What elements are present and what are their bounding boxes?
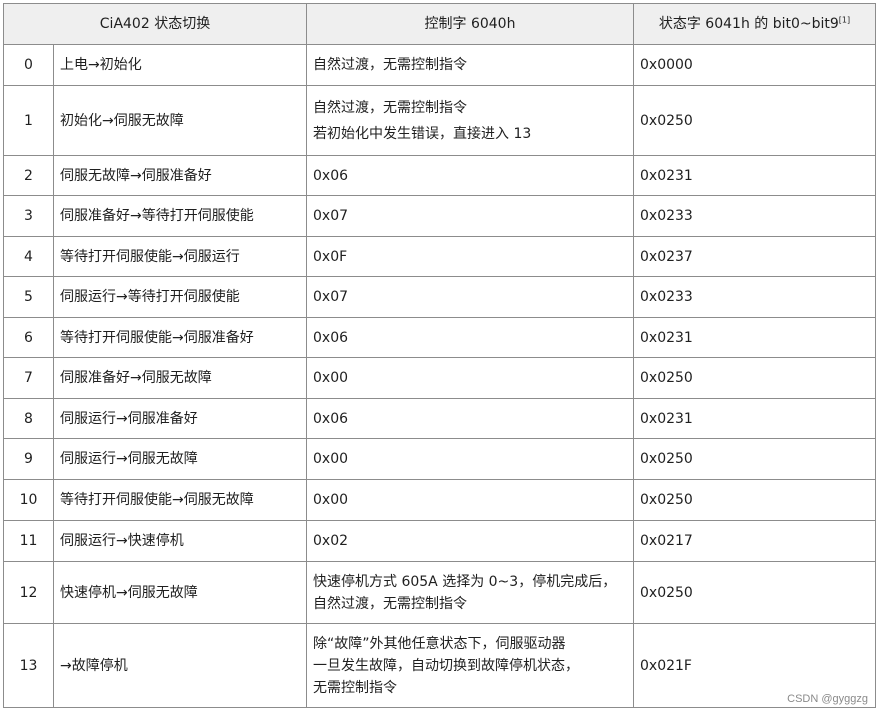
control-word-line: 自然过渡，无需控制指令 [313, 99, 467, 116]
row-transition: 伺服无故障→伺服准备好 [53, 155, 307, 196]
row-transition: 快速停机→伺服无故障 [53, 561, 307, 624]
row-index: 12 [3, 561, 54, 624]
row-index: 3 [3, 195, 54, 237]
row-status-word: 0x0231 [633, 155, 876, 196]
table-row: 1 初始化→伺服无故障 自然过渡，无需控制指令 若初始化中发生错误，直接进入 13 0x… [3, 85, 876, 156]
csdn-watermark: CSDN @gyggzg [787, 693, 868, 705]
row-index: 10 [3, 479, 54, 521]
control-word-line: 0x07 [313, 208, 349, 224]
row-index: 6 [3, 317, 54, 358]
cia402-transition-table: CiA402 状态切换 控制字 6040h 状态字 6041h 的 bit0~b… [3, 3, 876, 708]
control-word-line: 0x06 [313, 167, 349, 184]
row-control-word: 0x00 [306, 357, 634, 399]
row-status-word: 0x0250 [633, 85, 876, 156]
row-transition: 上电→初始化 [53, 44, 307, 86]
control-word-line: 自然过渡，无需控制指令 [313, 57, 467, 73]
row-control-word: 0x07 [306, 195, 634, 237]
table-row: 11 伺服运行→快速停机 0x02 0x0217 [3, 520, 876, 562]
control-word-line: 无需控制指令 [313, 679, 397, 696]
control-word-line: 一旦发生故障，自动切换到故障停机状态， [313, 657, 579, 674]
table-row: 9 伺服运行→伺服无故障 0x00 0x0250 [3, 438, 876, 480]
row-index: 5 [3, 276, 54, 318]
row-index: 2 [3, 155, 54, 196]
row-control-word: 0x06 [306, 398, 634, 439]
table-row: 7 伺服准备好→伺服无故障 0x00 0x0250 [3, 357, 876, 399]
row-transition: 伺服运行→伺服准备好 [53, 398, 307, 439]
header-control-word: 控制字 6040h [306, 3, 634, 45]
control-word-line: 0x00 [313, 492, 349, 508]
row-control-word: 0x02 [306, 520, 634, 562]
row-index: 0 [3, 44, 54, 86]
header-status-word-text: 状态字 6041h 的 bit0~bit9 [658, 16, 839, 32]
row-control-word: 0x00 [306, 479, 634, 521]
row-status-word: 0x0233 [633, 276, 876, 318]
row-control-word: 0x0F [306, 236, 634, 277]
control-word-line: 0x00 [313, 370, 349, 386]
row-transition: 伺服运行→伺服无故障 [53, 438, 307, 480]
row-status-word: 0x0233 [633, 195, 876, 237]
table-row: 12 快速停机→伺服无故障 快速停机方式 605A 选择为 0~3，停机完成后， 自然… [3, 561, 876, 624]
table-row: 6 等待打开伺服使能→伺服准备好 0x06 0x0231 [3, 317, 876, 358]
row-transition: 等待打开伺服使能→伺服准备好 [53, 317, 307, 358]
table-row: 0 上电→初始化 自然过渡，无需控制指令 0x0000 [3, 44, 876, 86]
row-control-word: 自然过渡，无需控制指令若初始化中发生错误，直接进入 13 [306, 85, 634, 156]
control-word-line: 快速停机方式 605A 选择为 0~3，停机完成后， [313, 573, 617, 590]
row-status-word: 0x0250 [633, 479, 876, 521]
control-word-line: 0x00 [313, 451, 349, 467]
control-word-line: 0x06 [313, 329, 349, 346]
table-row: 8 伺服运行→伺服准备好 0x06 0x0231 [3, 398, 876, 439]
control-word-line: 除“故障”外其他任意状态下，伺服驱动器 [313, 635, 566, 652]
row-control-word: 0x07 [306, 276, 634, 318]
row-transition: 伺服准备好→伺服无故障 [53, 357, 307, 399]
row-index: 4 [3, 236, 54, 277]
control-word-line: 自然过渡，无需控制指令 [313, 595, 467, 612]
row-status-word: 0x0237 [633, 236, 876, 277]
row-transition: 初始化→伺服无故障 [53, 85, 307, 156]
row-index: 8 [3, 398, 54, 439]
table-row: 10 等待打开伺服使能→伺服无故障 0x00 0x0250 [3, 479, 876, 521]
row-status-word: 0x0250 [633, 438, 876, 480]
row-index: 11 [3, 520, 54, 562]
row-control-word: 快速停机方式 605A 选择为 0~3，停机完成后， 自然过渡，无需控制指令 [306, 561, 634, 624]
control-word-line: 0x02 [313, 533, 349, 549]
row-control-word: 0x06 [306, 155, 634, 196]
header-status-word: 状态字 6041h 的 bit0~bit9[1] [633, 3, 876, 45]
row-status-word: 0x0231 [633, 398, 876, 439]
row-transition: 伺服运行→快速停机 [53, 520, 307, 562]
table-row: 5 伺服运行→等待打开伺服使能 0x07 0x0233 [3, 276, 876, 318]
row-transition: 等待打开伺服使能→伺服无故障 [53, 479, 307, 521]
row-index: 7 [3, 357, 54, 399]
row-transition: 等待打开伺服使能→伺服运行 [53, 236, 307, 277]
row-index: 9 [3, 438, 54, 480]
table-row: 3 伺服准备好→等待打开伺服使能 0x07 0x0233 [3, 195, 876, 237]
row-control-word: 自然过渡，无需控制指令 [306, 44, 634, 86]
row-transition: 伺服运行→等待打开伺服使能 [53, 276, 307, 318]
control-word-line: 0x0F [313, 248, 348, 265]
row-control-word: 除“故障”外其他任意状态下，伺服驱动器 一旦发生故障，自动切换到故障停机状态， 无需… [306, 623, 634, 708]
header-status-word-note: [1] [838, 15, 851, 25]
row-status-word: 0x0250 [633, 357, 876, 399]
control-word-line: 0x07 [313, 289, 349, 305]
row-control-word: 0x06 [306, 317, 634, 358]
row-control-word: 0x00 [306, 438, 634, 480]
control-word-line: 若初始化中发生错误，直接进入 13 [313, 125, 532, 142]
row-status-word: 0x0250 [633, 561, 876, 624]
table-row: 4 等待打开伺服使能→伺服运行 0x0F 0x0237 [3, 236, 876, 277]
table-row: 13 →故障停机 除“故障”外其他任意状态下，伺服驱动器 一旦发生故障，自动切换到故障… [3, 623, 876, 708]
row-status-word: 0x0000 [633, 44, 876, 86]
row-index: 13 [3, 623, 54, 708]
table-header-row: CiA402 状态切换 控制字 6040h 状态字 6041h 的 bit0~b… [3, 3, 876, 45]
row-index: 1 [3, 85, 54, 156]
row-transition: 伺服准备好→等待打开伺服使能 [53, 195, 307, 237]
row-status-word: 0x0217 [633, 520, 876, 562]
table-row: 2 伺服无故障→伺服准备好 0x06 0x0231 [3, 155, 876, 196]
row-status-word: 0x0231 [633, 317, 876, 358]
row-transition: →故障停机 [53, 623, 307, 708]
header-transition: CiA402 状态切换 [3, 3, 307, 45]
control-word-line: 0x06 [313, 410, 349, 427]
